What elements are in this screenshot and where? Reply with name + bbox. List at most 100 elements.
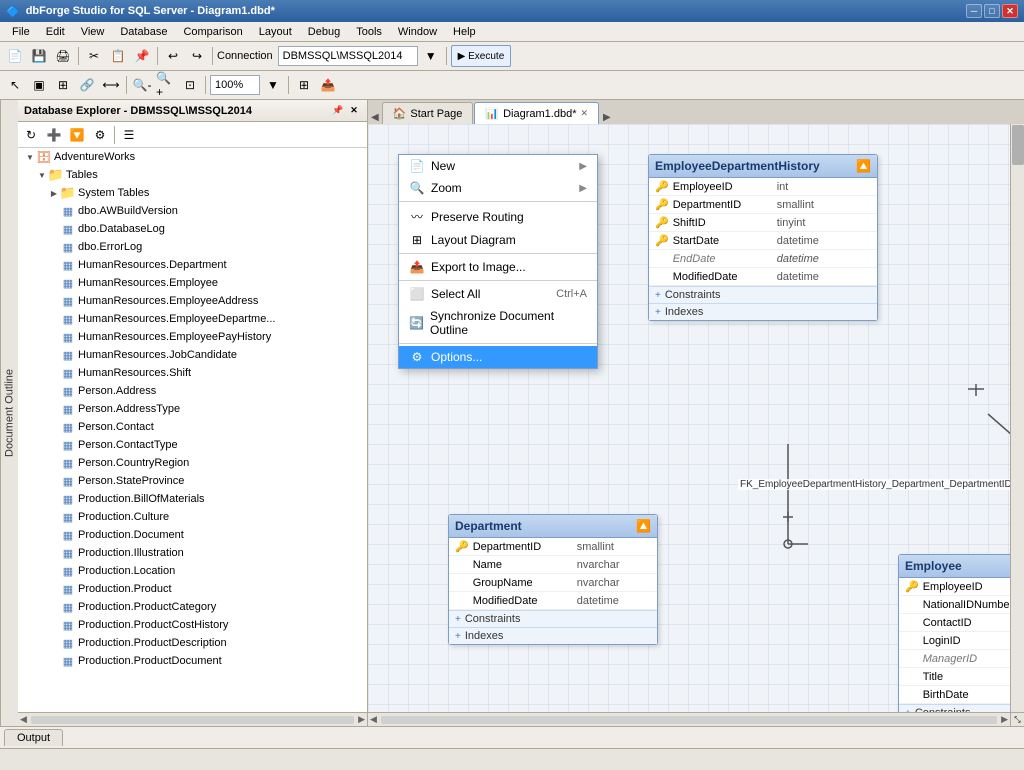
tree-item-prodcost[interactable]: ▦Production.ProductCostHistory bbox=[18, 616, 367, 634]
edh-footer-indexes[interactable]: + Indexes bbox=[649, 303, 877, 320]
tree-item-prodprod[interactable]: ▦Production.Product bbox=[18, 580, 367, 598]
tree-item-adventureworks[interactable]: ▼ 🗄 AdventureWorks bbox=[18, 148, 367, 166]
explorer-filter[interactable]: 🔽 bbox=[66, 124, 88, 146]
hscroll-right[interactable]: ▶ bbox=[356, 714, 367, 725]
tree-item-tables[interactable]: ▼ 📁 Tables bbox=[18, 166, 367, 184]
cm-layout-diagram[interactable]: ⊞ Layout Diagram bbox=[399, 229, 597, 251]
tree-item-prodbom[interactable]: ▦Production.BillOfMaterials bbox=[18, 490, 367, 508]
diagram-export[interactable]: 📤 bbox=[317, 74, 339, 96]
execute-btn[interactable]: ▶ Execute bbox=[451, 45, 512, 67]
tree-item-hrpayhistory[interactable]: ▦HumanResources.EmployeePayHistory bbox=[18, 328, 367, 346]
toolbar-btn-undo[interactable]: ↩ bbox=[162, 45, 184, 67]
connection-dropdown[interactable]: ▼ bbox=[420, 45, 442, 67]
tab-nav-left[interactable]: ◀ bbox=[368, 111, 382, 124]
menu-window[interactable]: Window bbox=[390, 24, 445, 40]
close-button[interactable]: ✕ bbox=[1002, 4, 1018, 18]
tree-item-prodculture[interactable]: ▦Production.Culture bbox=[18, 508, 367, 526]
emp-header[interactable]: Employee 🔼 bbox=[899, 555, 1024, 578]
tab-nav-right[interactable]: ▶ bbox=[600, 111, 614, 124]
tab-diagram1[interactable]: 📊 Diagram1.dbd* ✕ bbox=[474, 102, 599, 124]
diagram-hscroll[interactable]: ◀ ▶ ⤡ bbox=[368, 712, 1024, 726]
output-tab[interactable]: Output bbox=[4, 729, 63, 746]
diagram-btn4[interactable]: 🔗 bbox=[76, 74, 98, 96]
hscroll-left[interactable]: ◀ bbox=[18, 714, 29, 725]
minimize-button[interactable]: ─ bbox=[966, 4, 982, 18]
tree-item-hrdept[interactable]: ▦HumanResources.Department bbox=[18, 256, 367, 274]
menu-database[interactable]: Database bbox=[112, 24, 175, 40]
diagram-select[interactable]: ↖ bbox=[4, 74, 26, 96]
menu-edit[interactable]: Edit bbox=[38, 24, 73, 40]
diagram-btn2[interactable]: ▣ bbox=[28, 74, 50, 96]
toolbar-btn-1[interactable]: 📄 bbox=[4, 45, 26, 67]
edh-expand-constraints[interactable]: + bbox=[655, 290, 661, 301]
diagram-zoom-out[interactable]: 🔍- bbox=[131, 74, 153, 96]
hscroll-left-diag[interactable]: ◀ bbox=[368, 714, 379, 725]
tree-item-personcontact[interactable]: ▦Person.Contact bbox=[18, 418, 367, 436]
explorer-hscroll[interactable]: ◀ ▶ bbox=[18, 712, 367, 726]
tree-item-hrshift[interactable]: ▦HumanResources.Shift bbox=[18, 364, 367, 382]
tree-item-prodcat[interactable]: ▦Production.ProductCategory bbox=[18, 598, 367, 616]
cm-export[interactable]: 📤 Export to Image... bbox=[399, 256, 597, 278]
tree-item-personstate[interactable]: ▦Person.StateProvince bbox=[18, 472, 367, 490]
tree-item-dblog[interactable]: ▦dbo.DatabaseLog bbox=[18, 220, 367, 238]
tree-item-system-tables[interactable]: ▶ 📁 System Tables bbox=[18, 184, 367, 202]
dept-close[interactable]: 🔼 bbox=[636, 519, 651, 533]
tree-item-prodillus[interactable]: ▦Production.Illustration bbox=[18, 544, 367, 562]
zoom-input[interactable] bbox=[210, 75, 260, 95]
explorer-close[interactable]: ✕ bbox=[347, 104, 361, 118]
explorer-pin[interactable]: 📌 bbox=[331, 104, 345, 118]
edh-header[interactable]: EmployeeDepartmentHistory 🔼 bbox=[649, 155, 877, 178]
tree-item-awbuild[interactable]: ▦dbo.AWBuildVersion bbox=[18, 202, 367, 220]
toolbar-btn-cut[interactable]: ✂ bbox=[83, 45, 105, 67]
zoom-to-fit-corner[interactable]: ⤡ bbox=[1010, 713, 1024, 727]
toolbar-btn-copy[interactable]: 📋 bbox=[107, 45, 129, 67]
cm-select-all[interactable]: ⬜ Select All Ctrl+A bbox=[399, 283, 597, 305]
hscroll-right-diag[interactable]: ▶ bbox=[999, 714, 1010, 725]
menu-help[interactable]: Help bbox=[445, 24, 484, 40]
toolbar-btn-redo[interactable]: ↪ bbox=[186, 45, 208, 67]
edh-footer-constraints[interactable]: + Constraints bbox=[649, 286, 877, 303]
tree-item-personcountry[interactable]: ▦Person.CountryRegion bbox=[18, 454, 367, 472]
tree-item-hrjob[interactable]: ▦HumanResources.JobCandidate bbox=[18, 346, 367, 364]
tree-item-proddesc[interactable]: ▦Production.ProductDescription bbox=[18, 634, 367, 652]
dept-header[interactable]: Department 🔼 bbox=[449, 515, 657, 538]
cm-new[interactable]: 📄 New ▶ bbox=[399, 155, 597, 177]
toolbar-btn-3[interactable]: 🖨 bbox=[52, 45, 74, 67]
explorer-refresh[interactable]: ↻ bbox=[20, 124, 42, 146]
explorer-new[interactable]: ➕ bbox=[43, 124, 65, 146]
tree-item-hrempdept[interactable]: ▦HumanResources.EmployeeDepartme... bbox=[18, 310, 367, 328]
diagram-fit[interactable]: ⊡ bbox=[179, 74, 201, 96]
emp-expand-constraints[interactable]: + bbox=[905, 708, 911, 713]
tab-diagram-close[interactable]: ✕ bbox=[580, 108, 588, 119]
tree-item-proddocument[interactable]: ▦Production.ProductDocument bbox=[18, 652, 367, 670]
menu-view[interactable]: View bbox=[73, 24, 113, 40]
menu-debug[interactable]: Debug bbox=[300, 24, 348, 40]
dept-expand-indexes[interactable]: + bbox=[455, 631, 461, 642]
tree-item-errorlog[interactable]: ▦dbo.ErrorLog bbox=[18, 238, 367, 256]
menu-layout[interactable]: Layout bbox=[251, 24, 300, 40]
tree-item-personaddr[interactable]: ▦Person.Address bbox=[18, 382, 367, 400]
cm-options[interactable]: ⚙ Options... bbox=[399, 346, 597, 368]
menu-tools[interactable]: Tools bbox=[348, 24, 390, 40]
dept-footer-indexes[interactable]: + Indexes bbox=[449, 627, 657, 644]
document-outline-tab[interactable]: Document Outline bbox=[0, 100, 18, 726]
toolbar-btn-2[interactable]: 💾 bbox=[28, 45, 50, 67]
explorer-settings[interactable]: ⚙ bbox=[89, 124, 111, 146]
diagram-btn3[interactable]: ⊞ bbox=[52, 74, 74, 96]
maximize-button[interactable]: □ bbox=[984, 4, 1000, 18]
cm-zoom[interactable]: 🔍 Zoom ▶ bbox=[399, 177, 597, 199]
diagram-layout[interactable]: ⊞ bbox=[293, 74, 315, 96]
edh-close[interactable]: 🔼 bbox=[856, 159, 871, 173]
tree-item-hremp[interactable]: ▦HumanResources.Employee bbox=[18, 274, 367, 292]
diagram-zoom-in[interactable]: 🔍+ bbox=[155, 74, 177, 96]
zoom-dropdown[interactable]: ▼ bbox=[262, 74, 284, 96]
toolbar-btn-paste[interactable]: 📌 bbox=[131, 45, 153, 67]
tree-item-personcontacttype[interactable]: ▦Person.ContactType bbox=[18, 436, 367, 454]
tree-item-personaddrtype[interactable]: ▦Person.AddressType bbox=[18, 400, 367, 418]
tree-item-prodloc[interactable]: ▦Production.Location bbox=[18, 562, 367, 580]
cm-preserve-routing[interactable]: 〰 Preserve Routing bbox=[399, 204, 597, 229]
menu-comparison[interactable]: Comparison bbox=[175, 24, 250, 40]
diagram-canvas[interactable]: FK_EmployeeDepartmentHistory_Department_… bbox=[368, 124, 1024, 712]
diagram-vscroll[interactable] bbox=[1010, 124, 1024, 712]
menu-file[interactable]: File bbox=[4, 24, 38, 40]
